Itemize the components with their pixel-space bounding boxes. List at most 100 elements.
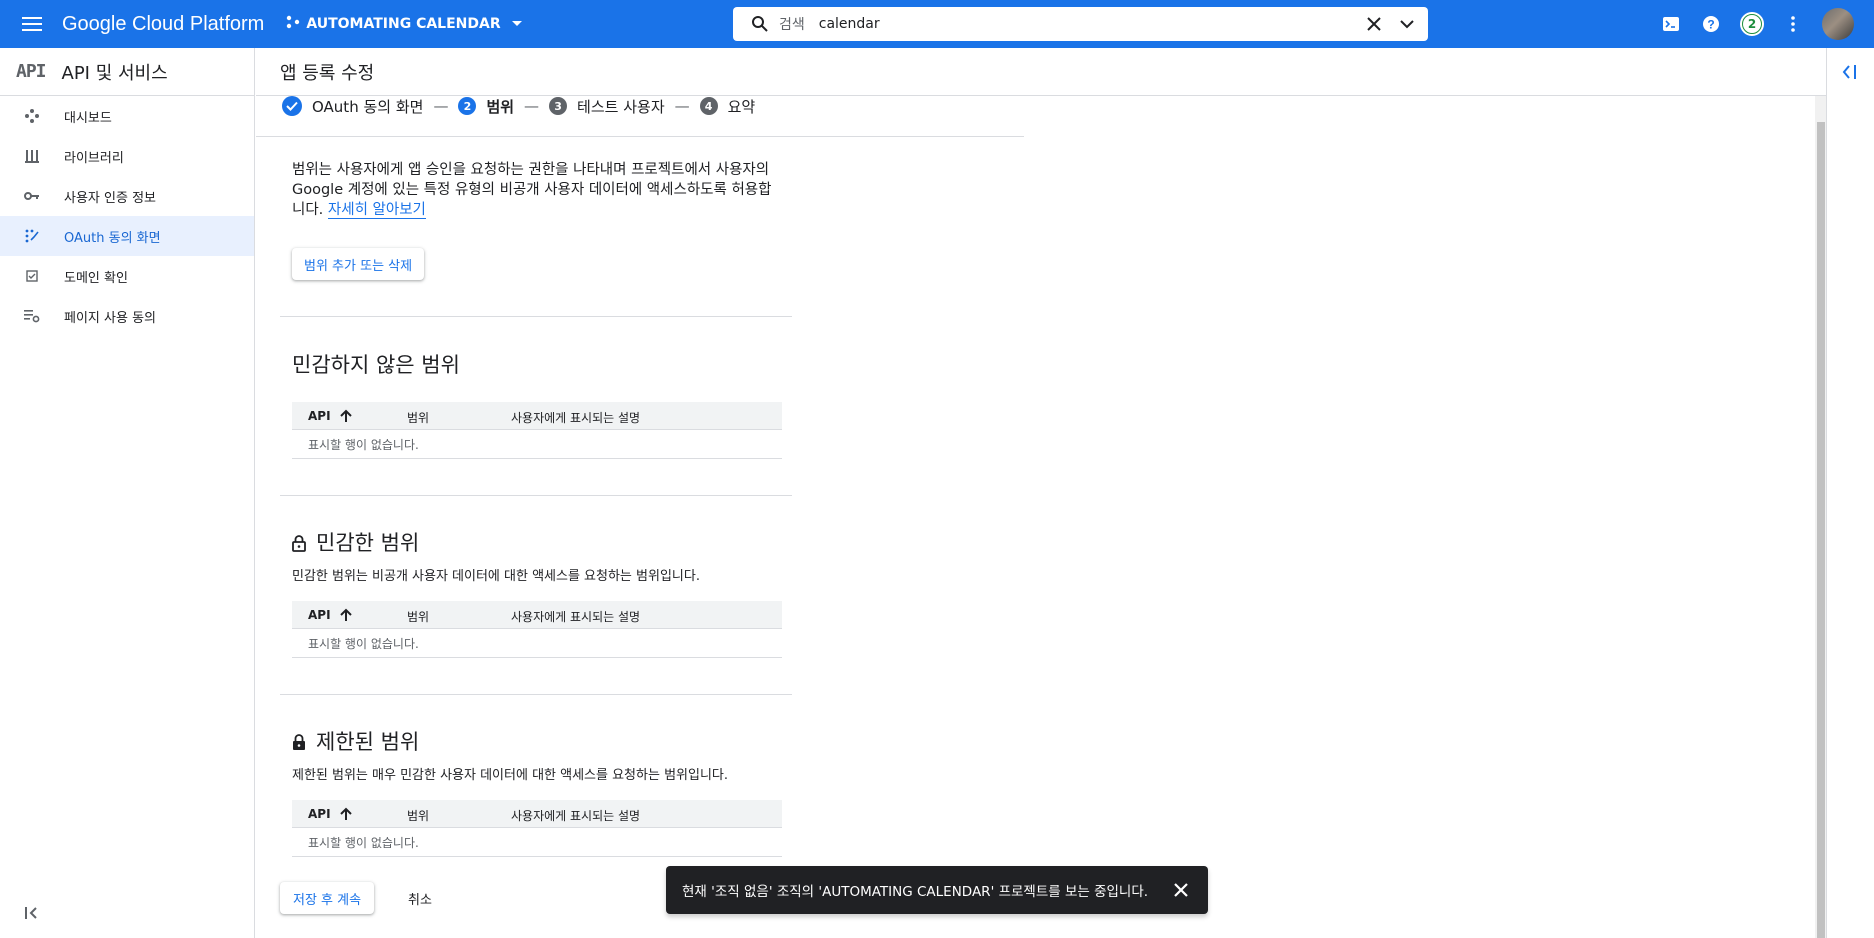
add-or-remove-scopes-button[interactable]: 범위 추가 또는 삭제	[292, 248, 425, 280]
table-empty-row: 표시할 행이 없습니다.	[292, 430, 782, 459]
search-input[interactable]: calendar	[819, 16, 880, 32]
search-icon	[751, 15, 769, 33]
sidebar-item-label: 라이브러리	[64, 150, 124, 166]
sidebar-item-page-usage[interactable]: 페이지 사용 동의	[0, 296, 254, 336]
sidebar-item-dashboard[interactable]: 대시보드	[0, 96, 254, 136]
table-header: API 범위 사용자에게 표시되는 설명	[292, 800, 782, 828]
step-number-scope: 2	[458, 97, 477, 115]
section-title-sensitive: 민감한 범위	[292, 527, 419, 557]
key-icon	[24, 188, 40, 204]
chevron-down-icon[interactable]	[1398, 15, 1416, 33]
column-header-description: 사용자에게 표시되는 설명	[511, 610, 641, 624]
chevron-down-icon	[511, 16, 523, 32]
column-header-scope: 범위	[407, 610, 430, 624]
cloud-shell-icon[interactable]	[1660, 13, 1682, 35]
table-header: API 범위 사용자에게 표시되는 설명	[292, 402, 782, 430]
divider	[280, 694, 792, 695]
section-title-restricted: 제한된 범위	[292, 726, 419, 756]
content-header: 앱 등록 수정	[256, 48, 1826, 96]
oauth-consent-icon	[24, 228, 40, 244]
column-header-scope: 범위	[407, 411, 430, 425]
sidebar-item-domain-verification[interactable]: 도메인 확인	[0, 256, 254, 296]
sidebar-item-label: 도메인 확인	[64, 270, 128, 286]
table-empty-row: 표시할 행이 없습니다.	[292, 828, 782, 857]
avatar[interactable]	[1822, 8, 1854, 40]
section-title-non-sensitive: 민감하지 않은 범위	[292, 353, 460, 377]
project-name: AUTOMATING CALENDAR	[306, 16, 501, 32]
sidebar: API API 및 서비스 대시보드 라이브러리 사용자 인증 정보 OAuth…	[0, 48, 255, 938]
collapse-sidebar-icon[interactable]	[24, 904, 40, 920]
snackbar: 현재 '조직 없음' 조직의 'AUTOMATING CALENDAR' 프로젝…	[666, 866, 1208, 914]
close-icon[interactable]	[1365, 15, 1383, 33]
scrollbar-thumb[interactable]	[1817, 122, 1825, 938]
help-icon[interactable]: ?	[1700, 13, 1722, 35]
top-right-actions: ? 2	[1660, 0, 1854, 48]
column-header-api[interactable]: API	[308, 608, 353, 622]
divider	[256, 136, 1024, 137]
main-content: OAuth 동의 화면 — 2 범위 — 3 테스트 사용자 — 4 요약 범위…	[256, 96, 1814, 938]
step-label-test-users[interactable]: 테스트 사용자	[577, 96, 665, 117]
arrow-up-icon	[339, 807, 353, 821]
library-icon	[24, 148, 40, 164]
divider	[280, 316, 792, 317]
column-header-description: 사용자에게 표시되는 설명	[511, 411, 641, 425]
section-description-restricted: 제한된 범위는 매우 민감한 사용자 데이터에 대한 액세스를 요청하는 범위입…	[292, 768, 729, 783]
step-separator: —	[433, 97, 449, 115]
sidebar-item-library[interactable]: 라이브러리	[0, 136, 254, 176]
stepper: OAuth 동의 화면 — 2 범위 — 3 테스트 사용자 — 4 요약	[282, 96, 755, 116]
step-label-summary[interactable]: 요약	[728, 96, 756, 117]
sidebar-item-label: 사용자 인증 정보	[64, 190, 156, 206]
sidebar-item-label: 대시보드	[64, 110, 112, 126]
search-bar[interactable]: 검색 calendar	[733, 7, 1428, 41]
learn-more-link[interactable]: 자세히 알아보기	[327, 202, 426, 219]
save-and-continue-button[interactable]: 저장 후 계속	[280, 882, 375, 914]
sidebar-item-label: OAuth 동의 화면	[64, 230, 161, 246]
dashboard-icon	[24, 108, 40, 124]
arrow-up-icon	[339, 608, 353, 622]
brand-title[interactable]: Google Cloud Platform	[62, 13, 264, 36]
step-label-oauth[interactable]: OAuth 동의 화면	[312, 96, 423, 117]
arrow-up-icon	[339, 409, 353, 423]
sidebar-nav: 대시보드 라이브러리 사용자 인증 정보 OAuth 동의 화면 도메인 확인	[0, 96, 254, 336]
step-label-scope[interactable]: 범위	[486, 96, 514, 117]
api-logo: API	[16, 61, 46, 82]
lock-icon	[292, 732, 308, 750]
sidebar-title: API 및 서비스	[61, 62, 168, 84]
right-panel-strip	[1826, 48, 1874, 938]
svg-text:?: ?	[1707, 18, 1714, 32]
column-header-scope: 범위	[407, 809, 430, 823]
cancel-button[interactable]: 취소	[400, 882, 440, 914]
sensitive-scopes-table: API 범위 사용자에게 표시되는 설명 표시할 행이 없습니다.	[292, 601, 782, 658]
section-description-sensitive: 민감한 범위는 비공개 사용자 데이터에 대한 액세스를 요청하는 범위입니다.	[292, 569, 700, 584]
step-number-summary: 4	[699, 97, 718, 115]
project-selector[interactable]: AUTOMATING CALENDAR	[286, 15, 522, 33]
sidebar-item-oauth-consent[interactable]: OAuth 동의 화면	[0, 216, 254, 256]
top-app-bar: Google Cloud Platform AUTOMATING CALENDA…	[0, 0, 1874, 48]
domain-check-icon	[24, 268, 40, 284]
close-icon[interactable]	[1172, 881, 1190, 899]
column-header-description: 사용자에게 표시되는 설명	[511, 809, 641, 823]
step-separator: —	[524, 97, 540, 115]
intro-text: 범위는 사용자에게 앱 승인을 요청하는 권한을 나타내며 프로젝트에서 사용자…	[292, 162, 772, 219]
check-icon	[282, 96, 302, 116]
search-label: 검색	[779, 17, 805, 33]
snackbar-message: 현재 '조직 없음' 조직의 'AUTOMATING CALENDAR' 프로젝…	[682, 884, 1149, 900]
restricted-scopes-table: API 범위 사용자에게 표시되는 설명 표시할 행이 없습니다.	[292, 800, 782, 857]
project-icon	[286, 15, 300, 33]
notification-badge[interactable]: 2	[1740, 12, 1764, 36]
step-number-test-users: 3	[549, 97, 568, 115]
page-settings-icon	[24, 308, 40, 324]
page-title: 앱 등록 수정	[280, 62, 375, 84]
column-header-api[interactable]: API	[308, 409, 353, 423]
divider	[280, 495, 792, 496]
step-separator: —	[674, 97, 690, 115]
sidebar-item-credentials[interactable]: 사용자 인증 정보	[0, 176, 254, 216]
more-vert-icon[interactable]	[1782, 13, 1804, 35]
column-header-api[interactable]: API	[308, 807, 353, 821]
menu-icon[interactable]	[16, 8, 48, 40]
table-header: API 범위 사용자에게 표시되는 설명	[292, 601, 782, 629]
non-sensitive-scopes-table: API 범위 사용자에게 표시되는 설명 표시할 행이 없습니다.	[292, 402, 782, 459]
sidebar-header: API API 및 서비스	[0, 48, 254, 96]
expand-panel-icon[interactable]	[1842, 64, 1860, 82]
lock-open-icon	[292, 533, 308, 552]
